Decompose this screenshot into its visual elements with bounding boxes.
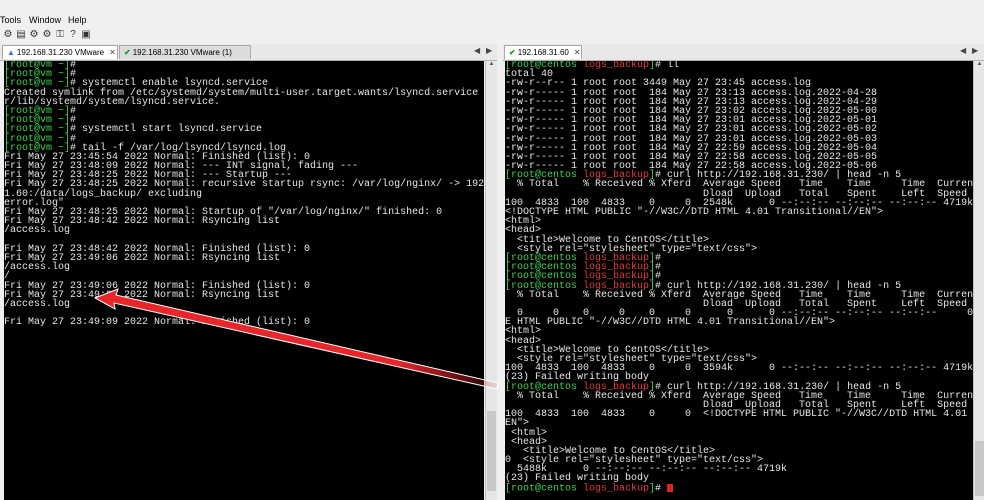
terminal-line: [root@centos logs_backup]# [505, 483, 973, 494]
menu-tools[interactable]: Tools [0, 15, 21, 25]
check-icon: ✔ [124, 48, 131, 57]
right-tab-bar: ✔ 192.168.31.60 ✕ ◀ ▶ [503, 44, 984, 61]
terminal-line: Fri May 27 23:49:08 2022 Normal: Rsyncin… [4, 289, 281, 301]
key-icon[interactable]: ⚿ [54, 29, 66, 41]
close-icon[interactable]: ✕ [574, 48, 581, 57]
left-scrollbar[interactable]: ▲ [485, 61, 497, 500]
terminal-line: 100 4833 100 4833 0 0 <!DOCTYPE HTML PUB… [505, 409, 968, 421]
tab-left-session-2[interactable]: ✔ 192.168.31.230 VMware (1) [119, 45, 251, 59]
right-terminal[interactable]: [root@centos logs_backup]# ll total 40 -rw… [505, 61, 973, 500]
terminal-line: <!DOCTYPE HTML PUBLIC "-//W3C//DTD HTML … [505, 207, 884, 218]
options-icon[interactable]: ⚙ [41, 29, 53, 41]
terminal-line: E HTML PUBLIC "-//W3C//DTD HTML 4.01 Tra… [505, 317, 836, 329]
terminal-line: Fri May 27 23:49:09 2022 Normal: Finishe… [4, 317, 311, 329]
tab-prev-icon[interactable]: ◀ [960, 46, 966, 55]
left-tab-bar: ▲ 192.168.31.230 VMware ✕ ✔ 192.168.31.230 … [0, 44, 497, 61]
right-scroll-thumb[interactable] [975, 441, 984, 496]
terminal-line: /access.log [4, 225, 71, 237]
menu-window[interactable]: Window [29, 15, 61, 25]
tab-right-session-1[interactable]: ✔ 192.168.31.60 ✕ [504, 45, 582, 59]
scroll-up-icon[interactable]: ▲ [486, 61, 497, 69]
terminal-line: /access.log [4, 298, 71, 310]
connect-icon[interactable]: ⚙ [2, 29, 14, 41]
terminal-line: Fri May 27 23:49:06 2022 Normal: Rsyncin… [4, 252, 281, 264]
terminal-line: /access.log [4, 262, 71, 274]
warning-icon: ▲ [7, 48, 15, 57]
terminal-line: Fri May 27 23:48:42 2022 Normal: Rsyncin… [4, 216, 281, 228]
help-icon[interactable]: ? [67, 29, 79, 41]
close-icon[interactable]: ✕ [109, 48, 116, 57]
right-scrollbar[interactable]: ▲ [973, 61, 984, 500]
menu-bar: Tools Window Help [0, 12, 984, 28]
tab-left-session-1[interactable]: ▲ 192.168.31.230 VMware ✕ [2, 45, 118, 59]
left-scroll-thumb[interactable] [487, 411, 496, 491]
pane-splitter[interactable] [497, 44, 503, 500]
tab-next-icon[interactable]: ▶ [972, 46, 978, 55]
screen-icon[interactable]: ▣ [80, 29, 92, 41]
terminal-line: EN"> [505, 418, 530, 430]
terminal-cursor [667, 483, 674, 492]
terminal-line: <html> [505, 427, 548, 439]
terminal-line: <html> [505, 326, 542, 338]
tab-next-icon[interactable]: ▶ [486, 46, 492, 55]
tab-prev-icon[interactable]: ◀ [474, 46, 480, 55]
check-icon: ✔ [509, 48, 516, 57]
settings-icon[interactable]: ⚙ [28, 29, 40, 41]
terminal-line: [root@centos logs_backup]# ll [505, 61, 680, 71]
toolbar: ⚙ ▤ ⚙ ⚙ ⚿? ▣ [0, 28, 984, 44]
terminal-line: <html> [505, 216, 542, 228]
left-terminal[interactable]: [root@vm ~]# [root@vm ~]# [root@vm ~]# sys… [4, 61, 484, 500]
menu-help[interactable]: Help [68, 15, 87, 25]
terminal-line: 1.60:/data/logs_backup/ excluding [4, 188, 203, 200]
print-icon[interactable]: ▤ [15, 29, 27, 41]
scroll-up-icon[interactable]: ▲ [974, 61, 984, 69]
